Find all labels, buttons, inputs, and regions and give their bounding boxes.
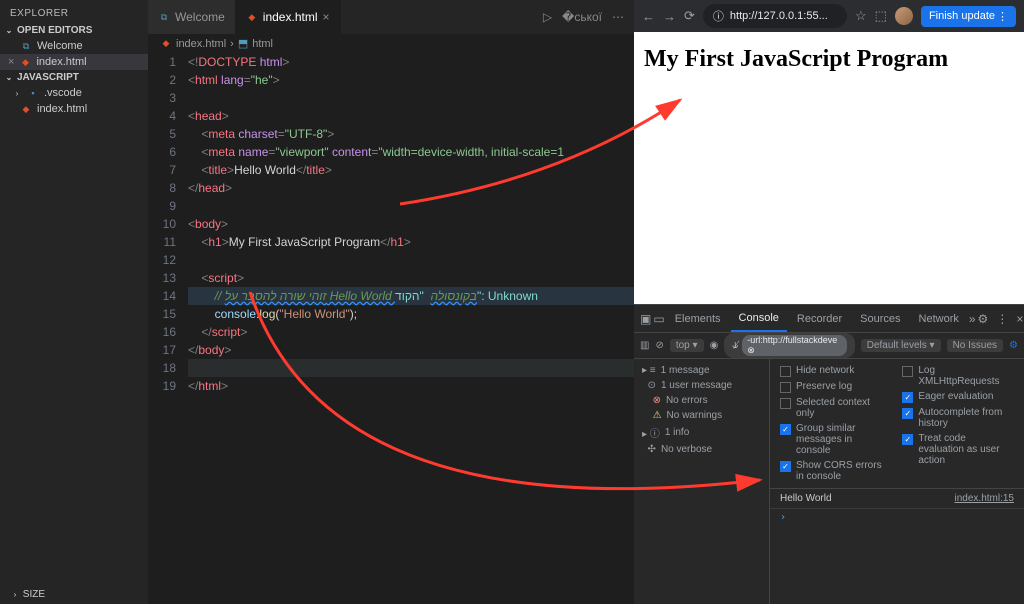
- forward-icon[interactable]: →: [663, 9, 676, 24]
- source-link[interactable]: index.html:15: [955, 493, 1014, 504]
- run-icon[interactable]: ▷: [543, 10, 552, 24]
- console-main: Hide network Preserve log Selected conte…: [770, 359, 1024, 604]
- msg-count[interactable]: ▸ ≡ 1 message: [634, 363, 769, 378]
- console-prompt[interactable]: ›: [770, 509, 1024, 526]
- extension-icon[interactable]: ⬚: [875, 8, 887, 24]
- finish-update-button[interactable]: Finish update ⋮: [921, 6, 1016, 27]
- file-index[interactable]: ◆index.html: [0, 101, 148, 117]
- inspect-icon[interactable]: ▣: [640, 312, 651, 326]
- vscode-window: EXPLORER ⌄OPEN EDITORS ⧉Welcome ×◆index.…: [0, 0, 634, 604]
- folder-vscode[interactable]: ›▪.vscode: [0, 85, 148, 101]
- browser-window: ← → ⟳ ⓘ http://127.0.0.1:55... ☆ ⬚ Finis…: [634, 0, 1024, 604]
- tab-network[interactable]: Network: [911, 305, 967, 332]
- clear-icon[interactable]: ⊘: [655, 340, 663, 351]
- chk-group-similar[interactable]: ✓Group similar messages in console: [780, 423, 888, 456]
- element-icon: ⬒: [238, 37, 248, 50]
- chk-preserve-log[interactable]: Preserve log: [780, 381, 888, 393]
- reload-icon[interactable]: ⟳: [684, 8, 695, 24]
- more-icon[interactable]: ⋯: [612, 10, 624, 24]
- url-bar[interactable]: ⓘ http://127.0.0.1:55...: [703, 4, 847, 28]
- html-icon: ◆: [19, 56, 31, 68]
- info-count[interactable]: ▸ ⓘ 1 info: [634, 423, 769, 442]
- tab-console[interactable]: Console: [731, 305, 787, 332]
- tab-index[interactable]: ◆index.html×: [236, 0, 341, 34]
- html-icon: ◆: [20, 103, 32, 115]
- close-icon[interactable]: ×: [323, 10, 330, 24]
- tab-elements[interactable]: Elements: [667, 305, 729, 332]
- devtools: ▣ ▭ Elements Console Recorder Sources Ne…: [634, 304, 1024, 604]
- verbose-count[interactable]: ✣ No verbose: [634, 442, 769, 457]
- more-tabs-icon[interactable]: »: [969, 312, 976, 326]
- device-icon[interactable]: ▭: [653, 312, 664, 326]
- info-icon[interactable]: ⓘ: [713, 8, 724, 24]
- split-icon[interactable]: �ської: [562, 10, 602, 24]
- context-selector[interactable]: top ▾: [670, 339, 704, 352]
- console-sidebar: ▸ ≡ 1 message ⊙ 1 user message ⊗ No erro…: [634, 359, 770, 604]
- html-icon: ◆: [160, 38, 172, 50]
- console-message: Hello World: [780, 493, 832, 504]
- tab-sources[interactable]: Sources: [852, 305, 908, 332]
- eye-icon[interactable]: ◉: [710, 340, 719, 351]
- open-editor-index[interactable]: ×◆index.html: [0, 54, 148, 70]
- line-gutter: 12345678910111213141516171819: [148, 53, 188, 395]
- editor-tabs: ⧉Welcome ◆index.html× ▷ �ської ⋯: [148, 0, 634, 34]
- error-count[interactable]: ⊗ No errors: [634, 393, 769, 408]
- url-text: http://127.0.0.1:55...: [730, 10, 828, 22]
- open-editor-welcome[interactable]: ⧉Welcome: [0, 38, 148, 54]
- levels-selector[interactable]: Default levels ▾: [861, 339, 941, 352]
- chk-selected-context[interactable]: Selected context only: [780, 397, 888, 419]
- console-output-row[interactable]: Hello World index.html:15: [770, 489, 1024, 509]
- page-heading: My First JavaScript Program: [644, 46, 1014, 73]
- chk-hide-network[interactable]: Hide network: [780, 365, 888, 377]
- tab-welcome[interactable]: ⧉Welcome: [148, 0, 236, 34]
- size-section[interactable]: › SIZE: [0, 585, 148, 604]
- chk-autocomplete[interactable]: ✓Autocomplete from history: [902, 407, 1014, 429]
- console-settings-icon[interactable]: ⚙: [1009, 340, 1018, 351]
- project-header[interactable]: ⌄JAVASCRIPT: [0, 70, 148, 85]
- tab-recorder[interactable]: Recorder: [789, 305, 850, 332]
- vscode-icon: ⧉: [158, 11, 170, 23]
- chk-eager[interactable]: ✓Eager evaluation: [902, 391, 1014, 403]
- open-editors-header[interactable]: ⌄OPEN EDITORS: [0, 23, 148, 38]
- console-filter-bar: ▥ ⊘ top ▾ ◉ ⫝̸-url:http://fullstackdeve …: [634, 333, 1024, 359]
- html-icon: ◆: [246, 11, 258, 23]
- user-msg-count[interactable]: ⊙ 1 user message: [634, 378, 769, 393]
- star-icon[interactable]: ☆: [855, 8, 867, 24]
- close-icon[interactable]: ×: [1016, 312, 1023, 326]
- issues-badge[interactable]: No Issues: [947, 339, 1003, 352]
- chk-treat-eval[interactable]: ✓Treat code evaluation as user action: [902, 433, 1014, 466]
- chk-log-xhr[interactable]: Log XMLHttpRequests: [902, 365, 1014, 387]
- code-editor[interactable]: 12345678910111213141516171819 <!DOCTYPE …: [148, 53, 634, 395]
- sidebar-toggle-icon[interactable]: ▥: [640, 340, 649, 351]
- settings-icon[interactable]: ⚙: [978, 312, 989, 326]
- vscode-icon: ⧉: [20, 40, 32, 52]
- explorer-title: EXPLORER: [0, 4, 148, 23]
- back-icon[interactable]: ←: [642, 9, 655, 24]
- warn-count[interactable]: ⚠ No warnings: [634, 408, 769, 423]
- folder-icon: ▪: [27, 87, 39, 99]
- explorer-panel: EXPLORER ⌄OPEN EDITORS ⧉Welcome ×◆index.…: [0, 0, 148, 604]
- chk-cors[interactable]: ✓Show CORS errors in console: [780, 460, 888, 482]
- devtools-tabs: ▣ ▭ Elements Console Recorder Sources Ne…: [634, 305, 1024, 333]
- code-lines[interactable]: <!DOCTYPE html> <html lang="he"> <head> …: [188, 53, 634, 395]
- editor-area: ⧉Welcome ◆index.html× ▷ �ської ⋯ ◆index.…: [148, 0, 634, 604]
- browser-page: My First JavaScript Program: [634, 32, 1024, 304]
- menu-icon[interactable]: ⋮: [996, 312, 1008, 326]
- browser-toolbar: ← → ⟳ ⓘ http://127.0.0.1:55... ☆ ⬚ Finis…: [634, 0, 1024, 32]
- breadcrumb[interactable]: ◆index.html › ⬒ html: [148, 34, 634, 53]
- avatar[interactable]: [895, 7, 913, 25]
- filter-input[interactable]: ⫝̸-url:http://fullstackdeve ⊗: [724, 333, 854, 358]
